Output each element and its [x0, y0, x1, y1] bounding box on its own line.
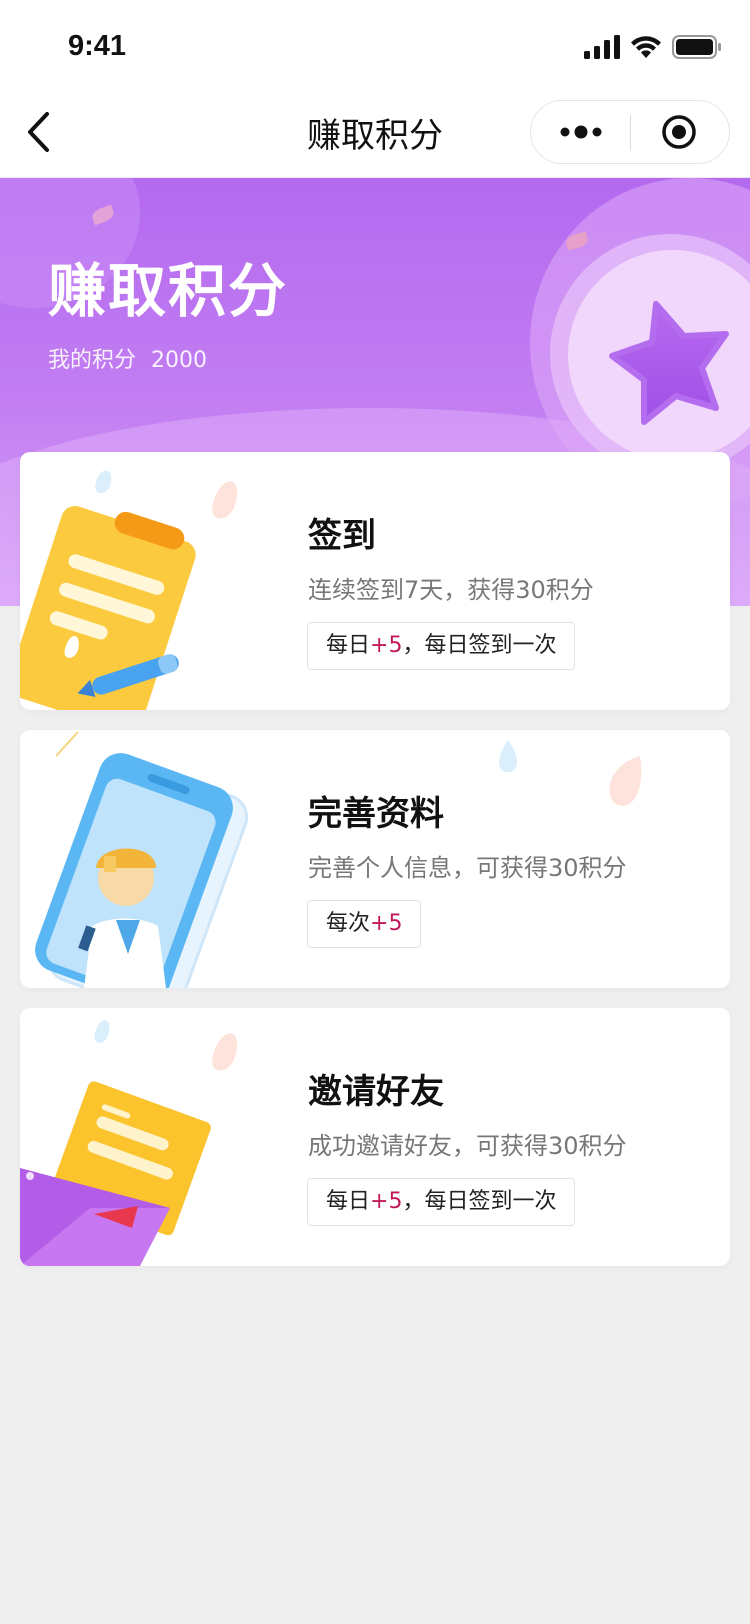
task-card-profile[interactable]: 完善资料 完善个人信息，可获得30积分 每次+5 — [20, 730, 730, 988]
mini-program-capsule — [530, 100, 730, 164]
star-icon — [609, 301, 729, 425]
tag-prefix: 每日 — [326, 1189, 371, 1214]
envelope-invite-icon — [20, 1020, 238, 1266]
tag-plus: +5 — [370, 1189, 403, 1214]
points-label: 我的积分 — [48, 348, 137, 373]
tag-prefix: 每次 — [326, 911, 371, 936]
status-bar: 9:41 — [0, 0, 750, 88]
signal-icon — [584, 35, 620, 59]
phone-profile-icon — [35, 731, 249, 988]
tag-prefix: 每日 — [326, 633, 371, 658]
status-icons — [584, 32, 722, 62]
card-title: 完善资料 — [308, 794, 444, 834]
task-card-checkin[interactable]: 签到 连续签到7天，获得30积分 每日+5，每日签到一次 — [20, 452, 730, 710]
more-dots-icon — [560, 125, 602, 139]
status-time: 9:41 — [68, 30, 127, 62]
card-description: 完善个人信息，可获得30积分 — [308, 854, 627, 882]
reward-tag: 每次+5 — [307, 900, 422, 948]
card-title: 邀请好友 — [308, 1072, 444, 1112]
tag-suffix: ，每日签到一次 — [402, 1189, 557, 1214]
drop-decor — [609, 756, 642, 806]
card-description: 成功邀请好友，可获得30积分 — [308, 1132, 627, 1160]
wifi-icon — [631, 36, 661, 58]
target-close-icon — [662, 115, 696, 149]
tag-plus: +5 — [370, 633, 403, 658]
points-value: 2000 — [151, 348, 208, 373]
clipboard-icon — [20, 470, 238, 710]
my-points: 我的积分 2000 — [48, 342, 207, 374]
card-description: 连续签到7天，获得30积分 — [308, 576, 594, 604]
banner-title: 赚取积分 — [48, 257, 289, 325]
tag-suffix: ，每日签到一次 — [402, 633, 557, 658]
card-title: 签到 — [308, 516, 376, 556]
reward-tag: 每日+5，每日签到一次 — [307, 622, 576, 670]
battery-icon — [672, 35, 721, 59]
more-button[interactable] — [531, 101, 631, 163]
close-mini-program-button[interactable] — [629, 101, 729, 163]
drop-decor — [499, 740, 517, 772]
reward-tag: 每日+5，每日签到一次 — [307, 1178, 576, 1226]
nav-bar: 赚取积分 — [0, 88, 750, 178]
task-card-invite[interactable]: 邀请好友 成功邀请好友，可获得30积分 每日+5，每日签到一次 — [20, 1008, 730, 1266]
tag-plus: +5 — [370, 911, 403, 936]
